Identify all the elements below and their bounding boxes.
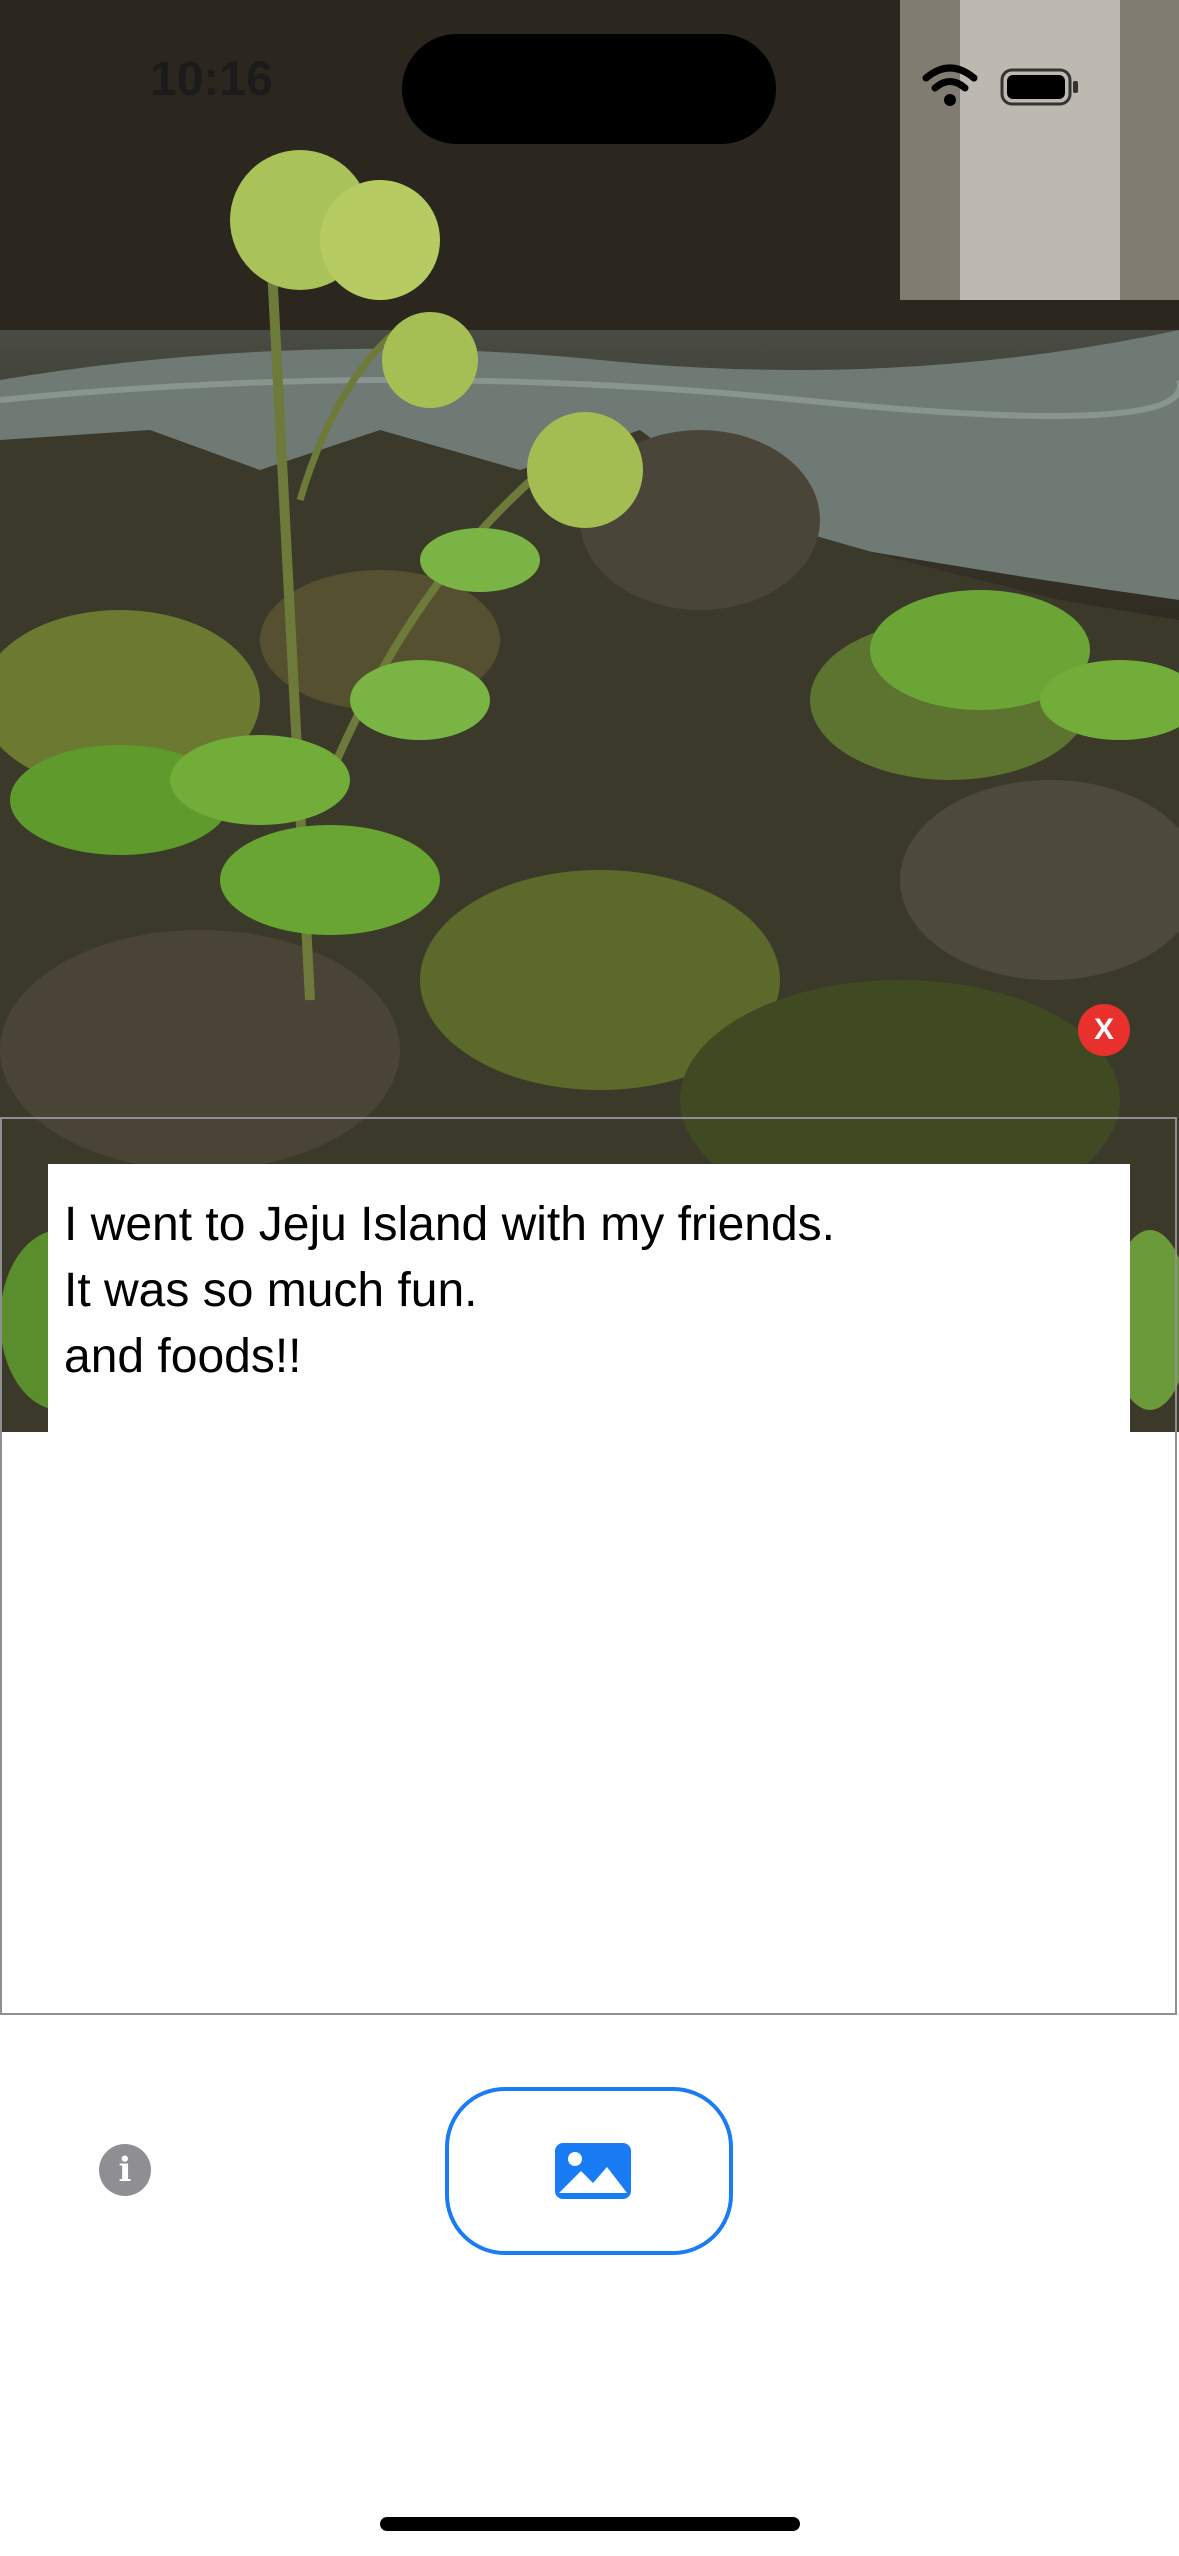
diary-line-2: It was so much fun. bbox=[64, 1264, 478, 1317]
status-bar: 10:16 bbox=[0, 0, 1179, 160]
diary-text-card[interactable]: I went to Jeju Island with my friends. I… bbox=[48, 1164, 1130, 1432]
info-icon[interactable]: i bbox=[99, 2144, 151, 2196]
diary-line-3: and foods!! bbox=[64, 1330, 302, 1383]
add-photo-button[interactable] bbox=[445, 2087, 733, 2255]
wifi-icon bbox=[922, 64, 978, 106]
home-indicator bbox=[380, 2517, 800, 2531]
status-time: 10:16 bbox=[150, 53, 273, 106]
photo-icon bbox=[555, 2143, 631, 2199]
battery-icon bbox=[1000, 68, 1078, 106]
dynamic-island bbox=[402, 34, 776, 144]
remove-photo-button[interactable]: X bbox=[1078, 1004, 1130, 1056]
diary-line-1: I went to Jeju Island with my friends. bbox=[64, 1198, 835, 1251]
